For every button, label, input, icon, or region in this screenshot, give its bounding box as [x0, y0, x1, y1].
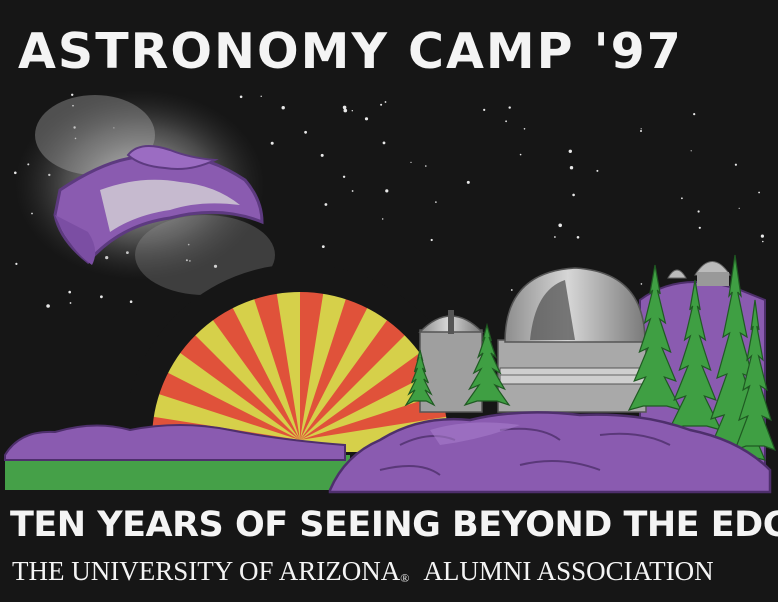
star: [324, 203, 328, 206]
star: [15, 262, 18, 265]
star: [693, 113, 696, 116]
star: [100, 295, 103, 299]
star: [281, 106, 285, 110]
star: [342, 105, 347, 110]
sponsor-line: THE UNIVERSITY OF ARIZONA® ALUMNI ASSOCIA…: [12, 551, 772, 591]
star: [466, 180, 470, 184]
star: [697, 210, 700, 213]
distant-domes: [667, 261, 731, 286]
star: [435, 201, 437, 203]
star: [762, 240, 764, 243]
star: [690, 150, 692, 152]
university-name: THE UNIVERSITY OF ARIZONA: [12, 556, 401, 586]
star: [46, 304, 50, 308]
association-name: ALUMNI ASSOCIATION: [423, 556, 714, 586]
star: [572, 193, 575, 197]
camp-title: ASTRONOMY CAMP '97: [18, 23, 683, 80]
star: [351, 190, 354, 192]
star: [508, 106, 511, 109]
star: [558, 223, 562, 228]
star: [576, 236, 580, 239]
star: [569, 166, 574, 170]
star: [382, 141, 386, 145]
star: [68, 290, 71, 294]
star: [596, 169, 599, 172]
star: [510, 289, 513, 291]
star: [69, 302, 72, 304]
star: [425, 165, 427, 167]
star: [681, 197, 683, 200]
star: [342, 175, 346, 178]
star: [270, 141, 274, 145]
star: [640, 283, 643, 285]
star: [554, 236, 556, 238]
star: [568, 149, 572, 153]
star: [129, 300, 133, 304]
star: [640, 128, 642, 130]
star: [698, 226, 701, 229]
star: [505, 120, 507, 123]
star: [364, 117, 369, 121]
star: [384, 101, 387, 103]
star: [351, 110, 353, 112]
star: [71, 93, 74, 97]
star: [239, 95, 243, 99]
star: [430, 238, 433, 242]
star: [760, 234, 765, 238]
star: [410, 161, 412, 163]
star: [738, 207, 740, 209]
star: [320, 153, 324, 157]
star: [304, 130, 307, 134]
star: [380, 103, 383, 106]
star: [260, 95, 262, 98]
star: [758, 191, 760, 194]
shirt-print: ASTRONOMY CAMP '97 TEN YEARS OF SEEING B…: [0, 0, 778, 602]
star: [523, 128, 526, 130]
star: [483, 108, 486, 111]
star: [321, 245, 325, 249]
tagline: TEN YEARS OF SEEING BEYOND THE EDGE: [10, 505, 778, 545]
star: [343, 108, 348, 113]
star: [385, 189, 389, 193]
star: [519, 153, 522, 156]
star: [640, 130, 642, 132]
star: [382, 218, 384, 220]
large-observatory: [497, 267, 647, 413]
star: [734, 163, 738, 166]
registered-mark: ®: [400, 571, 410, 585]
